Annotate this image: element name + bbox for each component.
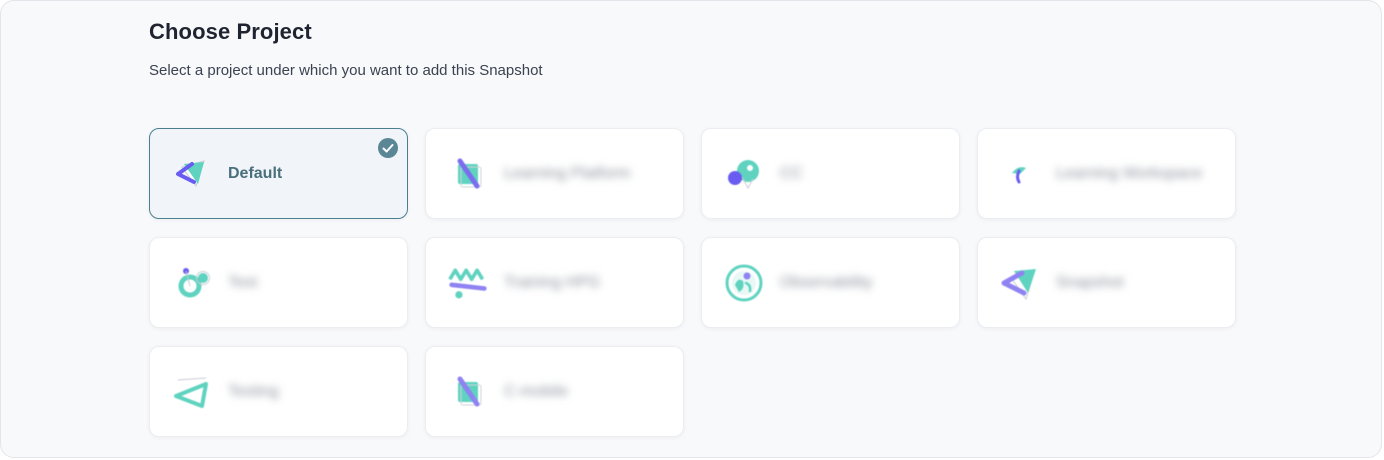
page-subtitle: Select a project under which you want to… xyxy=(149,62,543,79)
project-card[interactable]: Test xyxy=(149,237,408,328)
project-label: Learning Workspace xyxy=(1056,164,1203,182)
project-label: Learning Platform xyxy=(504,164,631,182)
slash-square-icon xyxy=(448,154,488,194)
check-circle-icon xyxy=(378,138,398,158)
choose-project-panel: Choose Project Select a project under wh… xyxy=(0,0,1382,458)
slash-square-icon xyxy=(448,372,488,412)
project-label: Testing xyxy=(228,382,279,400)
planet-icon xyxy=(724,263,764,303)
arrow-triangle-icon xyxy=(172,154,212,194)
project-card[interactable]: Training HPG xyxy=(425,237,684,328)
project-label: Training HPG xyxy=(504,273,601,291)
circle-pin-icon xyxy=(724,154,764,194)
project-card[interactable]: C-mobile xyxy=(425,346,684,437)
project-label: C-mobile xyxy=(504,382,569,400)
project-card[interactable]: Learning Platform xyxy=(425,128,684,219)
leaf-mark-icon xyxy=(1000,154,1040,194)
arrow-triangle-icon xyxy=(1000,263,1040,303)
project-grid: Default Learning Platform CC Learning Wo… xyxy=(149,128,1236,437)
page-title: Choose Project xyxy=(149,19,312,44)
project-card[interactable]: Observability xyxy=(701,237,960,328)
zigzag-icon xyxy=(448,263,488,303)
project-card[interactable]: Testing xyxy=(149,346,408,437)
project-label: CC xyxy=(780,164,804,182)
triangle-outline-icon xyxy=(172,372,212,412)
project-label: Default xyxy=(228,164,283,182)
project-card-default[interactable]: Default xyxy=(149,128,408,219)
project-label: Test xyxy=(228,273,258,291)
project-label: Observability xyxy=(780,273,873,291)
project-label: Snapshot xyxy=(1056,273,1124,291)
project-card[interactable]: Snapshot xyxy=(977,237,1236,328)
project-card[interactable]: CC xyxy=(701,128,960,219)
project-card[interactable]: Learning Workspace xyxy=(977,128,1236,219)
orbit-dots-icon xyxy=(172,263,212,303)
